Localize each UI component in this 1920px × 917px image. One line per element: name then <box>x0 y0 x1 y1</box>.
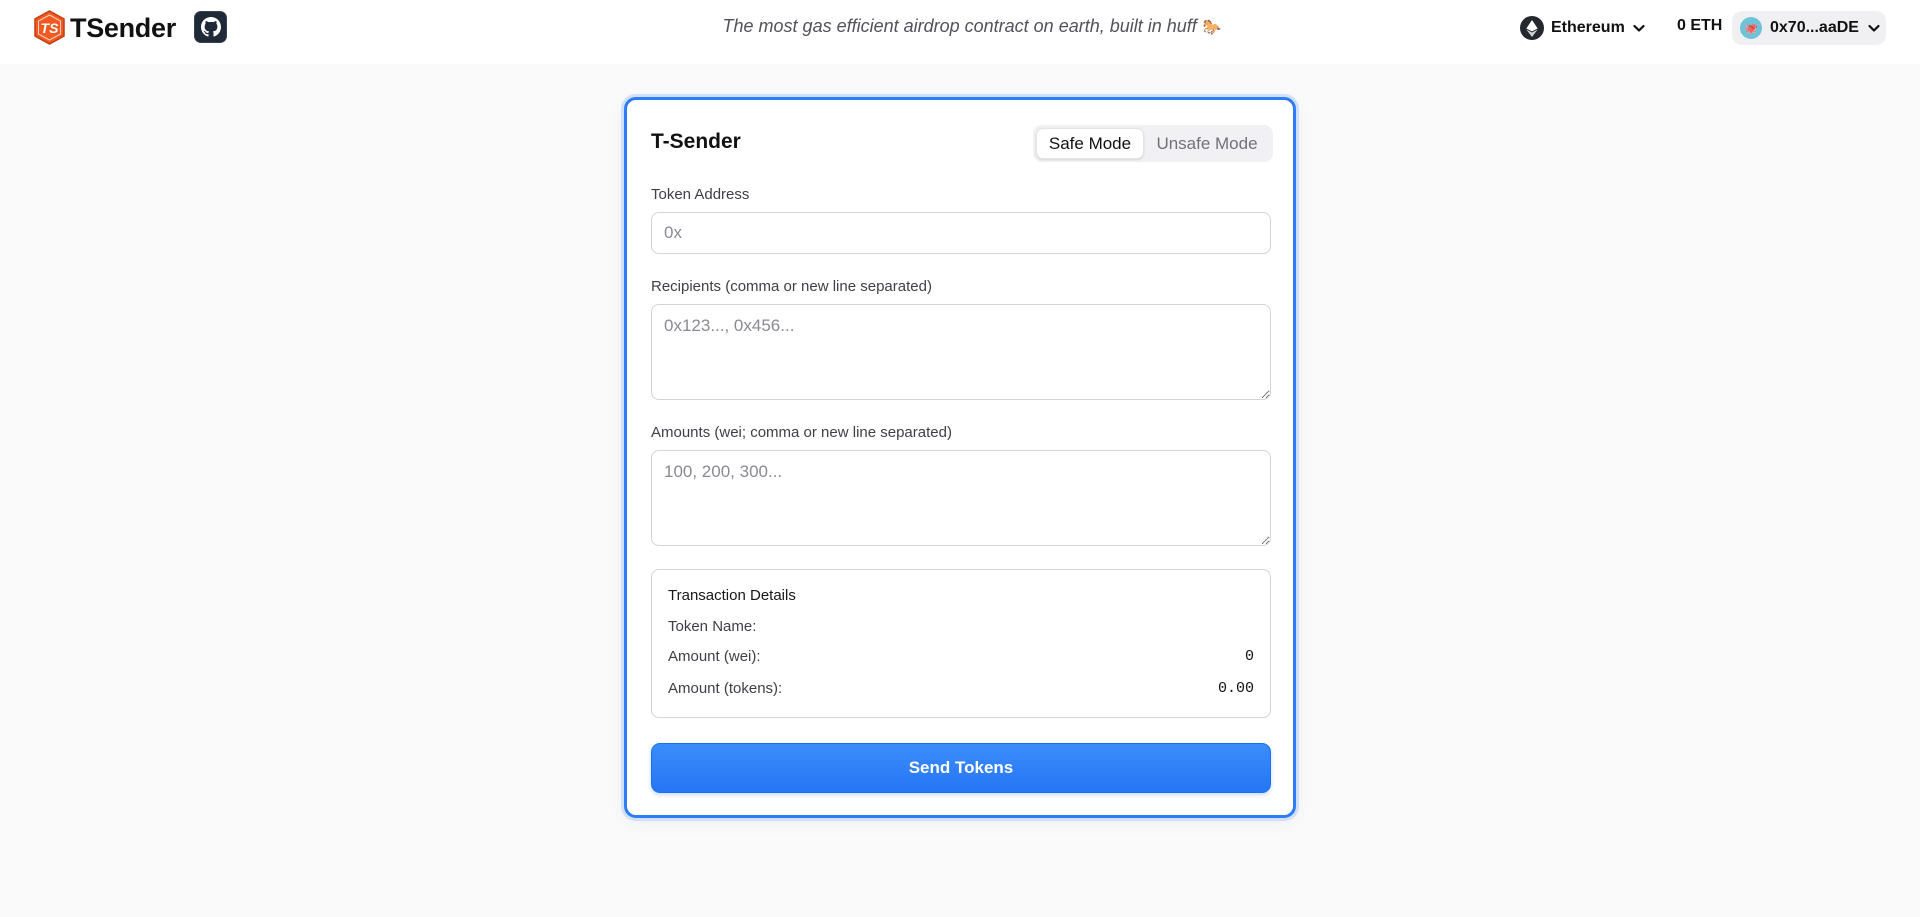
token-address-label: Token Address <box>651 186 750 203</box>
token-address-input[interactable] <box>651 212 1271 254</box>
top-nav: TS TSender The most gas efficient airdro… <box>0 0 1920 64</box>
balance-display: 0 ETH <box>1677 17 1723 34</box>
chevron-down-icon <box>1633 24 1645 32</box>
details-title: Transaction Details <box>668 587 796 604</box>
amount-wei-value: 0 <box>1244 648 1254 665</box>
send-tokens-button[interactable]: Send Tokens <box>651 743 1271 793</box>
network-selector[interactable]: Ethereum <box>1520 14 1646 42</box>
mode-toggle: Safe Mode Unsafe Mode <box>1033 125 1273 162</box>
amounts-label: Amounts (wei; comma or new line separate… <box>651 424 952 441</box>
transaction-details: Transaction Details Token Name: Amount (… <box>651 569 1271 718</box>
airdrop-form-card: T-Sender Safe Mode Unsafe Mode Token Add… <box>624 97 1296 818</box>
amount-tokens-row: Amount (tokens): 0.00 <box>668 680 1254 697</box>
amount-wei-label: Amount (wei): <box>668 648 761 665</box>
amount-tokens-label: Amount (tokens): <box>668 680 783 697</box>
tagline-text: The most gas efficient airdrop contract … <box>722 16 1197 36</box>
amount-wei-row: Amount (wei): 0 <box>668 648 1254 665</box>
ethereum-icon <box>1520 16 1544 40</box>
amounts-textarea[interactable] <box>651 450 1271 546</box>
recipients-label: Recipients (comma or new line separated) <box>651 278 932 295</box>
account-avatar: 🐙 <box>1740 17 1762 39</box>
account-button[interactable]: 🐙 0x70...aaDE <box>1732 11 1886 45</box>
card-title: T-Sender <box>651 130 741 153</box>
avatar-emoji: 🐙 <box>1744 22 1758 35</box>
amount-tokens-value: 0.00 <box>1217 680 1254 697</box>
unsafe-mode-button[interactable]: Unsafe Mode <box>1144 128 1270 159</box>
tagline-emoji: 🐎 <box>1202 19 1222 36</box>
network-label: Ethereum <box>1551 19 1625 36</box>
chevron-down-icon <box>1868 24 1880 32</box>
account-address: 0x70...aaDE <box>1770 19 1859 36</box>
recipients-textarea[interactable] <box>651 304 1271 400</box>
token-name-row: Token Name: <box>668 618 1254 635</box>
token-name-label: Token Name: <box>668 618 757 635</box>
safe-mode-button[interactable]: Safe Mode <box>1036 128 1144 159</box>
